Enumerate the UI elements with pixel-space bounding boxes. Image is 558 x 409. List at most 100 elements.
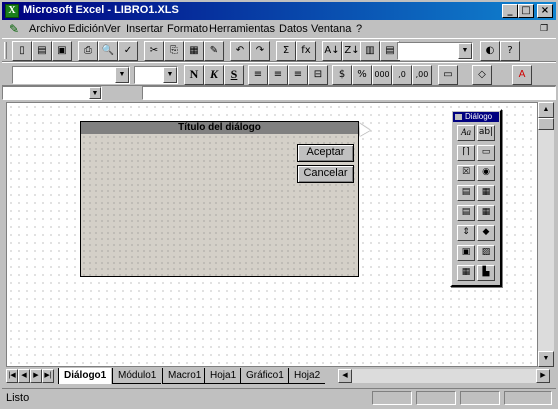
spelling-icon[interactable]: ✓: [118, 41, 138, 61]
accept-button[interactable]: Aceptar: [297, 144, 354, 162]
scroll-thumb[interactable]: [538, 118, 554, 130]
dialog-toolbar-palette[interactable]: Diálogo Aa ab| ⌈⌉ ▭ ☒ ◉ ▤ ▦ ▤ ▦ ⇕ ◆ ▣ ▨ …: [450, 109, 502, 287]
percent-style-icon[interactable]: %: [352, 65, 372, 85]
tab-hoja1[interactable]: Hoja1: [204, 368, 242, 384]
checkbox-tool-icon[interactable]: ☒: [457, 165, 475, 181]
chevron-down-icon[interactable]: ▼: [458, 43, 472, 59]
palette-close-icon[interactable]: [455, 114, 462, 120]
dialog-frame[interactable]: Título del diálogo Aceptar Cancelar: [80, 121, 359, 277]
scroll-down-icon[interactable]: ▼: [538, 351, 554, 367]
first-sheet-icon[interactable]: |◀: [6, 369, 18, 383]
undo-icon[interactable]: ↶: [230, 41, 250, 61]
toolbar-grip[interactable]: [4, 42, 7, 59]
font-name-combo[interactable]: ▼: [12, 66, 130, 84]
vertical-scrollbar[interactable]: ▲ ▼: [538, 102, 554, 367]
sort-ascending-icon[interactable]: A↓: [322, 41, 342, 61]
currency-style-icon[interactable]: $: [332, 65, 352, 85]
paste-icon[interactable]: ▦: [184, 41, 204, 61]
redo-icon[interactable]: ↷: [250, 41, 270, 61]
menu-formato[interactable]: Formato: [167, 23, 208, 35]
autosum-icon[interactable]: Σ: [276, 41, 296, 61]
font-size-combo[interactable]: ▼: [134, 66, 178, 84]
menu-archivo[interactable]: Archivo: [29, 23, 66, 35]
help-icon[interactable]: ?: [500, 41, 520, 61]
menu-herramientas[interactable]: Herramientas: [209, 23, 275, 35]
option-button-tool-icon[interactable]: ◉: [477, 165, 495, 181]
print-preview-icon[interactable]: 🔍: [98, 41, 118, 61]
edit-code-icon[interactable]: ▨: [477, 245, 495, 261]
print-icon[interactable]: ⎙: [78, 41, 98, 61]
tab-hoja2[interactable]: Hoja2: [288, 368, 326, 384]
control-properties-icon[interactable]: ▣: [457, 245, 475, 261]
name-box[interactable]: ▼: [2, 86, 102, 100]
align-right-icon[interactable]: ≡: [288, 65, 308, 85]
merge-center-icon[interactable]: ⊟: [308, 65, 328, 85]
tab-dialogo1[interactable]: Diálogo1: [58, 368, 112, 384]
fill-color-icon[interactable]: ◇: [472, 65, 492, 85]
scroll-bar-tool-icon[interactable]: ⇕: [457, 225, 475, 241]
toggle-grid-icon[interactable]: ▦: [457, 265, 475, 281]
format-painter-icon[interactable]: ✎: [204, 41, 224, 61]
chevron-down-icon[interactable]: ▼: [163, 67, 177, 83]
menu-help[interactable]: ?: [356, 23, 362, 35]
chevron-down-icon[interactable]: ▼: [89, 87, 101, 99]
open-icon[interactable]: ▤: [32, 41, 52, 61]
comma-style-icon[interactable]: 000: [372, 65, 392, 85]
italic-button[interactable]: K: [204, 65, 224, 85]
drop-down-tool-icon[interactable]: ▦: [477, 185, 495, 201]
group-box-tool-icon[interactable]: ⌈⌉: [457, 145, 475, 161]
function-wizard-icon[interactable]: fx: [296, 41, 316, 61]
spinner-tool-icon[interactable]: ◆: [477, 225, 495, 241]
combo-list-tool-icon[interactable]: ▤: [457, 205, 475, 221]
list-box-tool-icon[interactable]: ▤: [457, 185, 475, 201]
cut-icon[interactable]: ✂: [144, 41, 164, 61]
menu-insertar[interactable]: Insertar: [126, 23, 163, 35]
menu-edicion[interactable]: Edición: [68, 23, 104, 35]
status-panel: [372, 391, 412, 405]
menu-datos[interactable]: Datos: [279, 23, 308, 35]
tab-modulo1[interactable]: Módulo1: [112, 368, 162, 384]
label-tool-icon[interactable]: Aa: [457, 125, 475, 141]
last-sheet-icon[interactable]: ▶|: [42, 369, 54, 383]
horizontal-scrollbar[interactable]: ◀ ▶: [338, 369, 550, 383]
font-color-icon[interactable]: A: [512, 65, 532, 85]
menu-ver[interactable]: Ver: [104, 23, 121, 35]
dialog-title[interactable]: Título del diálogo: [81, 122, 358, 134]
combo-dropdown-tool-icon[interactable]: ▦: [477, 205, 495, 221]
document-control-icon[interactable]: ✎: [6, 22, 22, 36]
next-sheet-icon[interactable]: ▶: [30, 369, 42, 383]
zoom-combo[interactable]: ▼: [397, 42, 473, 60]
scroll-left-icon[interactable]: ◀: [338, 369, 352, 383]
bold-button[interactable]: N: [184, 65, 204, 85]
align-left-icon[interactable]: ≡: [248, 65, 268, 85]
scroll-right-icon[interactable]: ▶: [536, 369, 550, 383]
scroll-up-icon[interactable]: ▲: [538, 102, 554, 118]
tipwizard-icon[interactable]: ◐: [480, 41, 500, 61]
align-center-icon[interactable]: ≡: [268, 65, 288, 85]
menu-ventana[interactable]: Ventana: [311, 23, 351, 35]
minimize-button[interactable]: _: [502, 4, 518, 18]
button-tool-icon[interactable]: ▭: [477, 145, 495, 161]
cancel-button[interactable]: Cancelar: [297, 165, 354, 183]
edit-box-tool-icon[interactable]: ab|: [477, 125, 495, 141]
run-dialog-icon[interactable]: ▙: [477, 265, 495, 281]
excel-app-icon[interactable]: X: [5, 4, 19, 18]
prev-sheet-icon[interactable]: ◀: [18, 369, 30, 383]
formula-input[interactable]: [142, 86, 556, 100]
document-restore-icon[interactable]: ❐: [538, 22, 550, 34]
close-button[interactable]: ×: [537, 4, 553, 18]
new-icon[interactable]: ▯: [12, 41, 32, 61]
chart-wizard-icon[interactable]: ▥: [360, 41, 380, 61]
borders-icon[interactable]: ▭: [438, 65, 458, 85]
increase-decimal-icon[interactable]: ,0: [392, 65, 412, 85]
chevron-down-icon[interactable]: ▼: [115, 67, 129, 83]
tab-macro1[interactable]: Macro1: [162, 368, 207, 384]
sort-descending-icon[interactable]: Z↓: [342, 41, 362, 61]
save-icon[interactable]: ▣: [52, 41, 72, 61]
maximize-button[interactable]: □: [518, 4, 534, 18]
underline-button[interactable]: S: [224, 65, 244, 85]
copy-icon[interactable]: ⎘: [164, 41, 184, 61]
decrease-decimal-icon[interactable]: ,00: [412, 65, 432, 85]
tab-grafico1[interactable]: Gráfico1: [240, 368, 289, 384]
palette-title[interactable]: Diálogo: [453, 112, 499, 122]
